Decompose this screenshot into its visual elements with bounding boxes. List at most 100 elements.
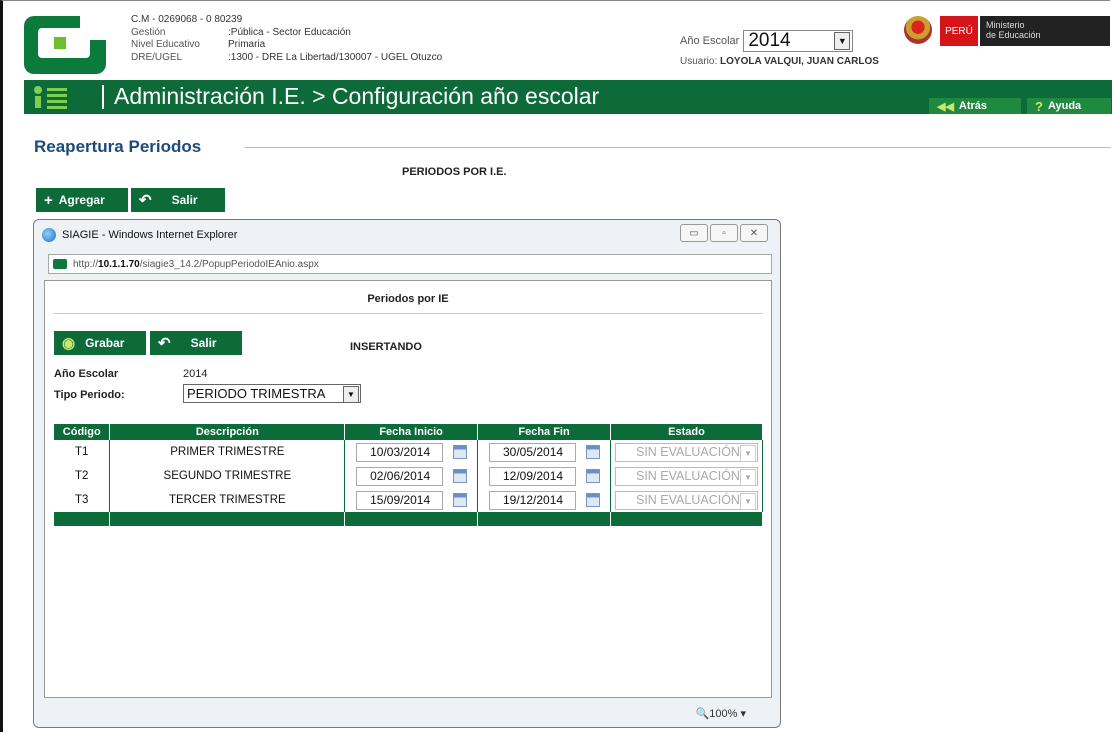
return-arrow-icon: ↶: [158, 335, 171, 352]
plus-icon: +: [44, 191, 53, 209]
info-label: DRE/UGEL: [131, 51, 183, 63]
end-date-input[interactable]: 30/05/2014: [488, 442, 576, 462]
back-button[interactable]: ◀◀ Atrás: [929, 98, 1021, 114]
section-divider: [245, 147, 1111, 148]
end-date-input[interactable]: 12/09/2014: [488, 466, 576, 486]
school-year-value: 2014: [748, 30, 791, 51]
status-value: SIN EVALUACIÓN: [636, 492, 740, 507]
end-date-input[interactable]: 19/12/2014: [488, 490, 576, 510]
chevron-down-icon: ▼: [739, 468, 756, 486]
col-codigo: Código: [54, 424, 111, 440]
start-date-input[interactable]: 10/03/2014: [355, 442, 443, 462]
status-select: SIN EVALUACIÓN ▼: [614, 490, 758, 510]
calendar-icon[interactable]: [452, 493, 467, 507]
window-controls: ▭ ▫ ✕: [678, 224, 768, 242]
cell-fecha-inicio: 02/06/2014: [344, 464, 479, 488]
periods-table: Código Descripción Fecha Inicio Fecha Fi…: [54, 424, 764, 526]
institution-icon: [34, 86, 70, 109]
calendar-icon[interactable]: [452, 445, 467, 459]
add-button[interactable]: + Agregar: [36, 188, 128, 212]
help-label: Ayuda: [1047, 100, 1082, 112]
table-row: T1 PRIMER TRIMESTRE 10/03/2014 30/05/201…: [54, 440, 764, 464]
page-title: Administración I.E. > Configuración año …: [114, 83, 600, 109]
chevron-down-icon[interactable]: ▼: [343, 386, 359, 403]
ministerio-line: Ministerio: [986, 20, 1025, 30]
maximize-icon[interactable]: ▫: [710, 224, 738, 242]
status-select: SIN EVALUACIÓN ▼: [614, 442, 758, 462]
cell-codigo: T1: [54, 440, 111, 464]
window-title-text: SIAGIE - Windows Internet Explorer: [62, 229, 238, 241]
double-arrow-left-icon: ◀◀: [937, 100, 954, 113]
help-button[interactable]: ? Ayuda: [1027, 98, 1111, 114]
popup-heading: Periodos por IE: [367, 293, 449, 305]
user-name: LOYOLA VALQUI, JUAN CARLOS: [720, 56, 879, 67]
year-label: Año Escolar: [54, 368, 119, 380]
calendar-icon[interactable]: [585, 445, 600, 459]
url-host: 10.1.1.70: [98, 258, 140, 270]
periods-title: PERIODOS POR I.E.: [402, 166, 507, 178]
calendar-icon[interactable]: [585, 469, 600, 483]
save-label: Grabar: [85, 336, 125, 350]
zoom-icon: 🔍: [695, 708, 710, 720]
school-year: Año Escolar 2014 ▼: [680, 30, 854, 52]
period-type-select[interactable]: PERIODO TRIMESTRA ▼: [183, 384, 361, 403]
cell-estado: SIN EVALUACIÓN ▼: [610, 440, 764, 464]
info-value: :1300 - DRE La Libertad/130007 - UGEL Ot…: [228, 51, 443, 63]
close-icon[interactable]: ✕: [740, 224, 768, 242]
school-year-label: Año Escolar: [680, 35, 740, 47]
calendar-icon[interactable]: [452, 469, 467, 483]
popup-window: SIAGIE - Windows Internet Explorer ▭ ▫ ✕…: [33, 219, 781, 728]
info-value: :Pública - Sector Educación: [228, 26, 351, 38]
start-date-input[interactable]: 15/09/2014: [355, 490, 443, 510]
cell-fecha-inicio: 15/09/2014: [344, 488, 479, 512]
peru-crest-icon: [904, 16, 932, 44]
col-fecha-fin: Fecha Fin: [477, 424, 611, 440]
add-label: Agregar: [58, 193, 105, 207]
cell-descripcion: SEGUNDO TRIMESTRE: [109, 464, 346, 488]
col-estado: Estado: [610, 424, 764, 440]
period-type-label: Tipo Periodo:: [54, 389, 125, 401]
table-header: Código Descripción Fecha Inicio Fecha Fi…: [54, 424, 764, 440]
cell-fecha-fin: 30/05/2014: [477, 440, 611, 464]
status-bar: 🔍100% ▾: [34, 703, 780, 725]
table-row: T3 TERCER TRIMESTRE 15/09/2014 19/12/201…: [54, 488, 764, 512]
cell-codigo: T3: [54, 488, 111, 512]
nav-separator: [102, 85, 104, 109]
info-label: Gestión: [131, 26, 166, 38]
chevron-down-icon[interactable]: ▼: [834, 32, 851, 50]
exit-button[interactable]: ↶ Salir: [131, 188, 225, 212]
user-info: Usuario: LOYOLA VALQUI, JUAN CARLOS: [680, 56, 879, 67]
minimize-icon[interactable]: ▭: [680, 224, 708, 242]
header: C.M - 0269068 - 0 80239 Gestión:Pública …: [24, 8, 1112, 80]
siagie-logo: [24, 16, 106, 74]
school-year-select[interactable]: 2014 ▼: [743, 30, 854, 52]
ministerio-badge: Ministerio de Educación: [980, 16, 1110, 46]
mode-label: INSERTANDO: [350, 341, 422, 353]
year-value: 2014: [183, 368, 208, 380]
url-prefix: http://: [73, 258, 99, 270]
address-bar[interactable]: http://10.1.1.70/siagie3_14.2/PopupPerio…: [48, 254, 772, 274]
url-path: /siagie3_14.2/PopupPeriodoIEAnio.aspx: [139, 258, 319, 270]
nav-bar: Administración I.E. > Configuración año …: [24, 80, 1112, 114]
page-icon: [53, 259, 67, 269]
calendar-icon[interactable]: [585, 493, 600, 507]
status-value: SIN EVALUACIÓN: [636, 468, 740, 483]
chevron-down-icon: ▼: [739, 444, 756, 462]
window-title: SIAGIE - Windows Internet Explorer: [42, 228, 237, 242]
cell-descripcion: PRIMER TRIMESTRE: [109, 440, 346, 464]
cell-fecha-fin: 12/09/2014: [477, 464, 611, 488]
cell-estado: SIN EVALUACIÓN ▼: [610, 488, 764, 512]
col-descripcion: Descripción: [109, 424, 346, 440]
zoom-level: 100%: [709, 708, 738, 720]
zoom-control[interactable]: 🔍100% ▾: [696, 707, 746, 720]
popup-exit-button[interactable]: ↶ Salir: [150, 331, 242, 355]
popup-exit-label: Salir: [190, 336, 217, 350]
section-title: Reapertura Periodos: [34, 137, 202, 156]
start-date-input[interactable]: 02/06/2014: [355, 466, 443, 486]
cell-estado: SIN EVALUACIÓN ▼: [610, 464, 764, 488]
ie-icon: [42, 228, 56, 242]
school-info: C.M - 0269068 - 0 80239 Gestión:Pública …: [131, 14, 442, 64]
table-footer: [54, 512, 764, 526]
save-button[interactable]: ◉ Grabar: [54, 331, 146, 355]
user-label: Usuario:: [680, 56, 718, 67]
